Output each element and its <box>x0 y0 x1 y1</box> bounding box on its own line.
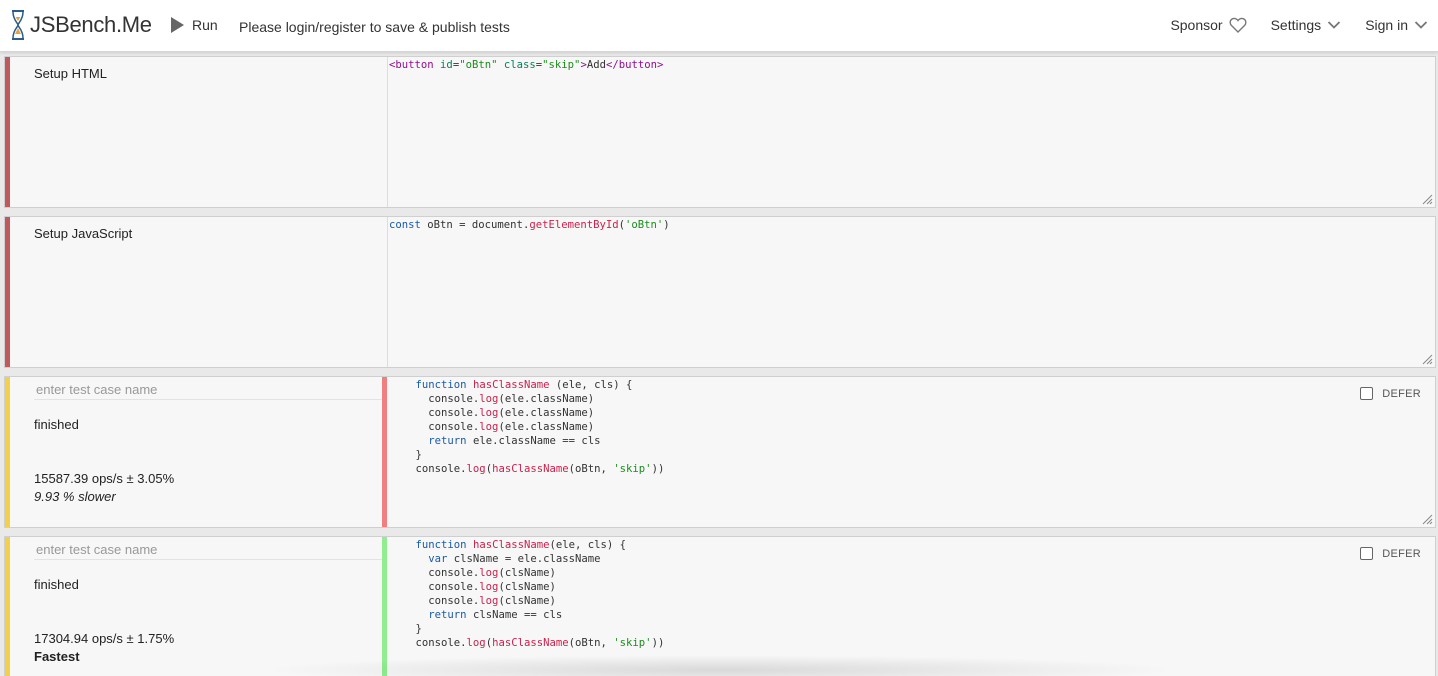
logo[interactable]: JSBench.Me <box>10 9 152 41</box>
run-button[interactable]: Run <box>171 17 218 33</box>
play-icon <box>171 17 184 33</box>
test-case-name-input[interactable] <box>34 380 384 400</box>
nav-right: Sponsor Settings Sign in <box>1146 17 1428 33</box>
resize-handle-icon[interactable] <box>1422 194 1433 205</box>
setup-html-label-area: Setup HTML <box>10 57 387 207</box>
setup-html-panel: Setup HTML <button id="oBtn" class="skip… <box>4 56 1436 208</box>
settings-label: Settings <box>1270 17 1322 33</box>
test-case-panel: finished 15587.39 ops/s ± 3.05% 9.93 % s… <box>4 376 1436 528</box>
setup-js-editor[interactable]: const oBtn = document.getElementById('oB… <box>387 217 1435 367</box>
test-status: finished <box>34 417 79 432</box>
resize-handle-icon[interactable] <box>1422 354 1433 365</box>
checkbox-icon <box>1360 387 1374 400</box>
test-case-editor[interactable]: function hasClassName (ele, cls) { conso… <box>387 377 1435 527</box>
logo-text: JSBench.Me <box>30 12 152 37</box>
sponsor-label: Sponsor <box>1170 17 1223 33</box>
top-navbar: JSBench.Me Run Please login/register to … <box>0 0 1438 52</box>
test-case-code: function hasClassName(ele, cls) { var cl… <box>415 539 665 649</box>
checkbox-icon <box>1360 547 1374 560</box>
setup-js-code: const oBtn = document.getElementById('oB… <box>389 219 670 231</box>
defer-label: DEFER <box>1382 547 1421 560</box>
test-case-code: function hasClassName (ele, cls) { conso… <box>415 379 665 475</box>
comparison-text: 9.93 % slower <box>34 489 116 504</box>
ops-per-second: 15587.39 ops/s ± 3.05% <box>34 471 175 486</box>
setup-js-label-area: Setup JavaScript <box>10 217 387 367</box>
signin-label: Sign in <box>1365 17 1408 33</box>
setup-js-panel: Setup JavaScript const oBtn = document.g… <box>4 216 1436 368</box>
defer-checkbox[interactable]: DEFER <box>1360 387 1421 400</box>
comparison-text: Fastest <box>34 649 80 664</box>
defer-checkbox[interactable]: DEFER <box>1360 547 1421 560</box>
setup-js-label: Setup JavaScript <box>34 226 133 241</box>
heart-icon <box>1229 17 1247 33</box>
setup-html-code: <button id="oBtn" class="skip">Add</butt… <box>389 59 664 71</box>
sponsor-link[interactable]: Sponsor <box>1170 17 1247 33</box>
test-case-info: finished 15587.39 ops/s ± 3.05% 9.93 % s… <box>10 377 387 527</box>
setup-html-label: Setup HTML <box>34 66 107 81</box>
bottom-shadow <box>260 655 1180 676</box>
settings-menu[interactable]: Settings <box>1271 17 1342 33</box>
defer-label: DEFER <box>1382 387 1421 400</box>
test-case-name-input[interactable] <box>34 540 384 560</box>
setup-html-editor[interactable]: <button id="oBtn" class="skip">Add</butt… <box>387 57 1435 207</box>
chevron-down-icon <box>1328 21 1341 29</box>
run-label: Run <box>192 17 218 33</box>
test-status: finished <box>34 577 79 592</box>
login-message[interactable]: Please login/register to save & publish … <box>239 19 510 35</box>
hourglass-icon <box>12 10 24 40</box>
resize-handle-icon[interactable] <box>1422 514 1433 525</box>
chevron-down-icon <box>1414 21 1428 29</box>
signin-menu[interactable]: Sign in <box>1365 17 1428 33</box>
ops-per-second: 17304.94 ops/s ± 1.75% <box>34 631 175 646</box>
